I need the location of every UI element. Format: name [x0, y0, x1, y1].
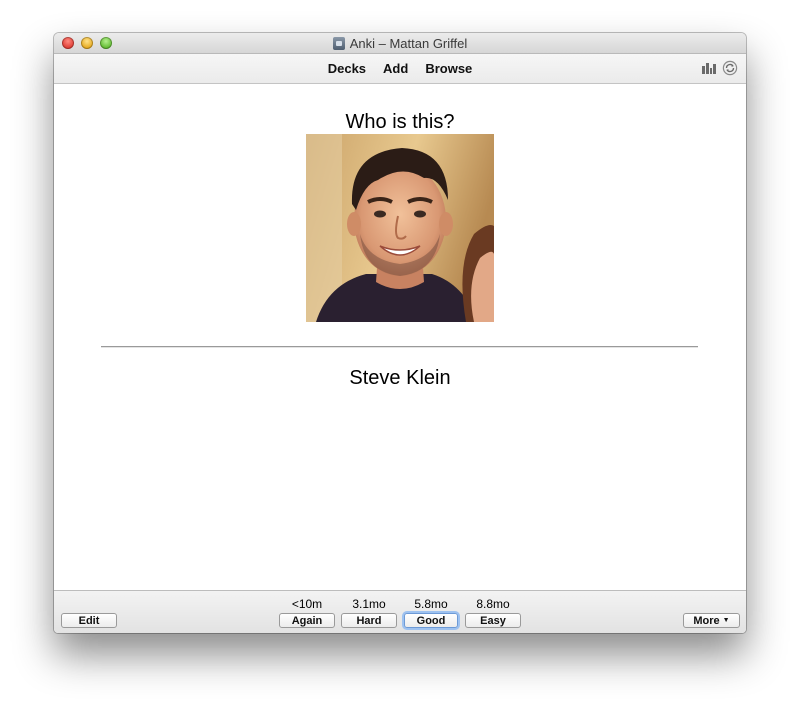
window-title-group: Anki – Mattan Griffel: [54, 33, 746, 53]
again-button[interactable]: Again: [279, 613, 335, 628]
good-button[interactable]: Good: [404, 613, 458, 628]
answer-bar: Edit <10m 3.1mo 5.8mo 8.8mo Again Hard G…: [54, 590, 746, 633]
anki-window: Anki – Mattan Griffel Decks Add Browse W…: [54, 33, 746, 633]
card-answer: Steve Klein: [349, 367, 451, 389]
hard-button[interactable]: Hard: [341, 613, 397, 628]
stats-icon[interactable]: [702, 62, 716, 74]
main-toolbar: Decks Add Browse: [54, 54, 746, 84]
more-button-label: More: [693, 614, 720, 627]
sync-icon[interactable]: [722, 60, 738, 76]
interval-hard: 3.1mo: [352, 597, 386, 611]
easy-button[interactable]: Easy: [465, 613, 521, 628]
question-answer-divider: [101, 346, 698, 348]
edit-button[interactable]: Edit: [61, 613, 117, 628]
interval-again: <10m: [291, 597, 323, 611]
card-photo: [306, 134, 494, 322]
anki-app-icon: [332, 36, 345, 50]
title-bar: Anki – Mattan Griffel: [54, 33, 746, 54]
card-question: Who is this?: [345, 111, 455, 133]
toolbar-link-decks[interactable]: Decks: [328, 61, 366, 76]
window-title: Anki – Mattan Griffel: [349, 35, 468, 51]
interval-good: 5.8mo: [414, 597, 448, 611]
more-button[interactable]: More ▼: [683, 613, 740, 628]
card-area: Who is this? Steve Klein: [54, 84, 746, 590]
interval-easy: 8.8mo: [476, 597, 510, 611]
dropdown-caret-icon: ▼: [722, 617, 730, 624]
toolbar-link-add[interactable]: Add: [383, 61, 408, 76]
toolbar-link-browse[interactable]: Browse: [425, 61, 472, 76]
toolbar-links: Decks Add Browse: [54, 54, 746, 83]
